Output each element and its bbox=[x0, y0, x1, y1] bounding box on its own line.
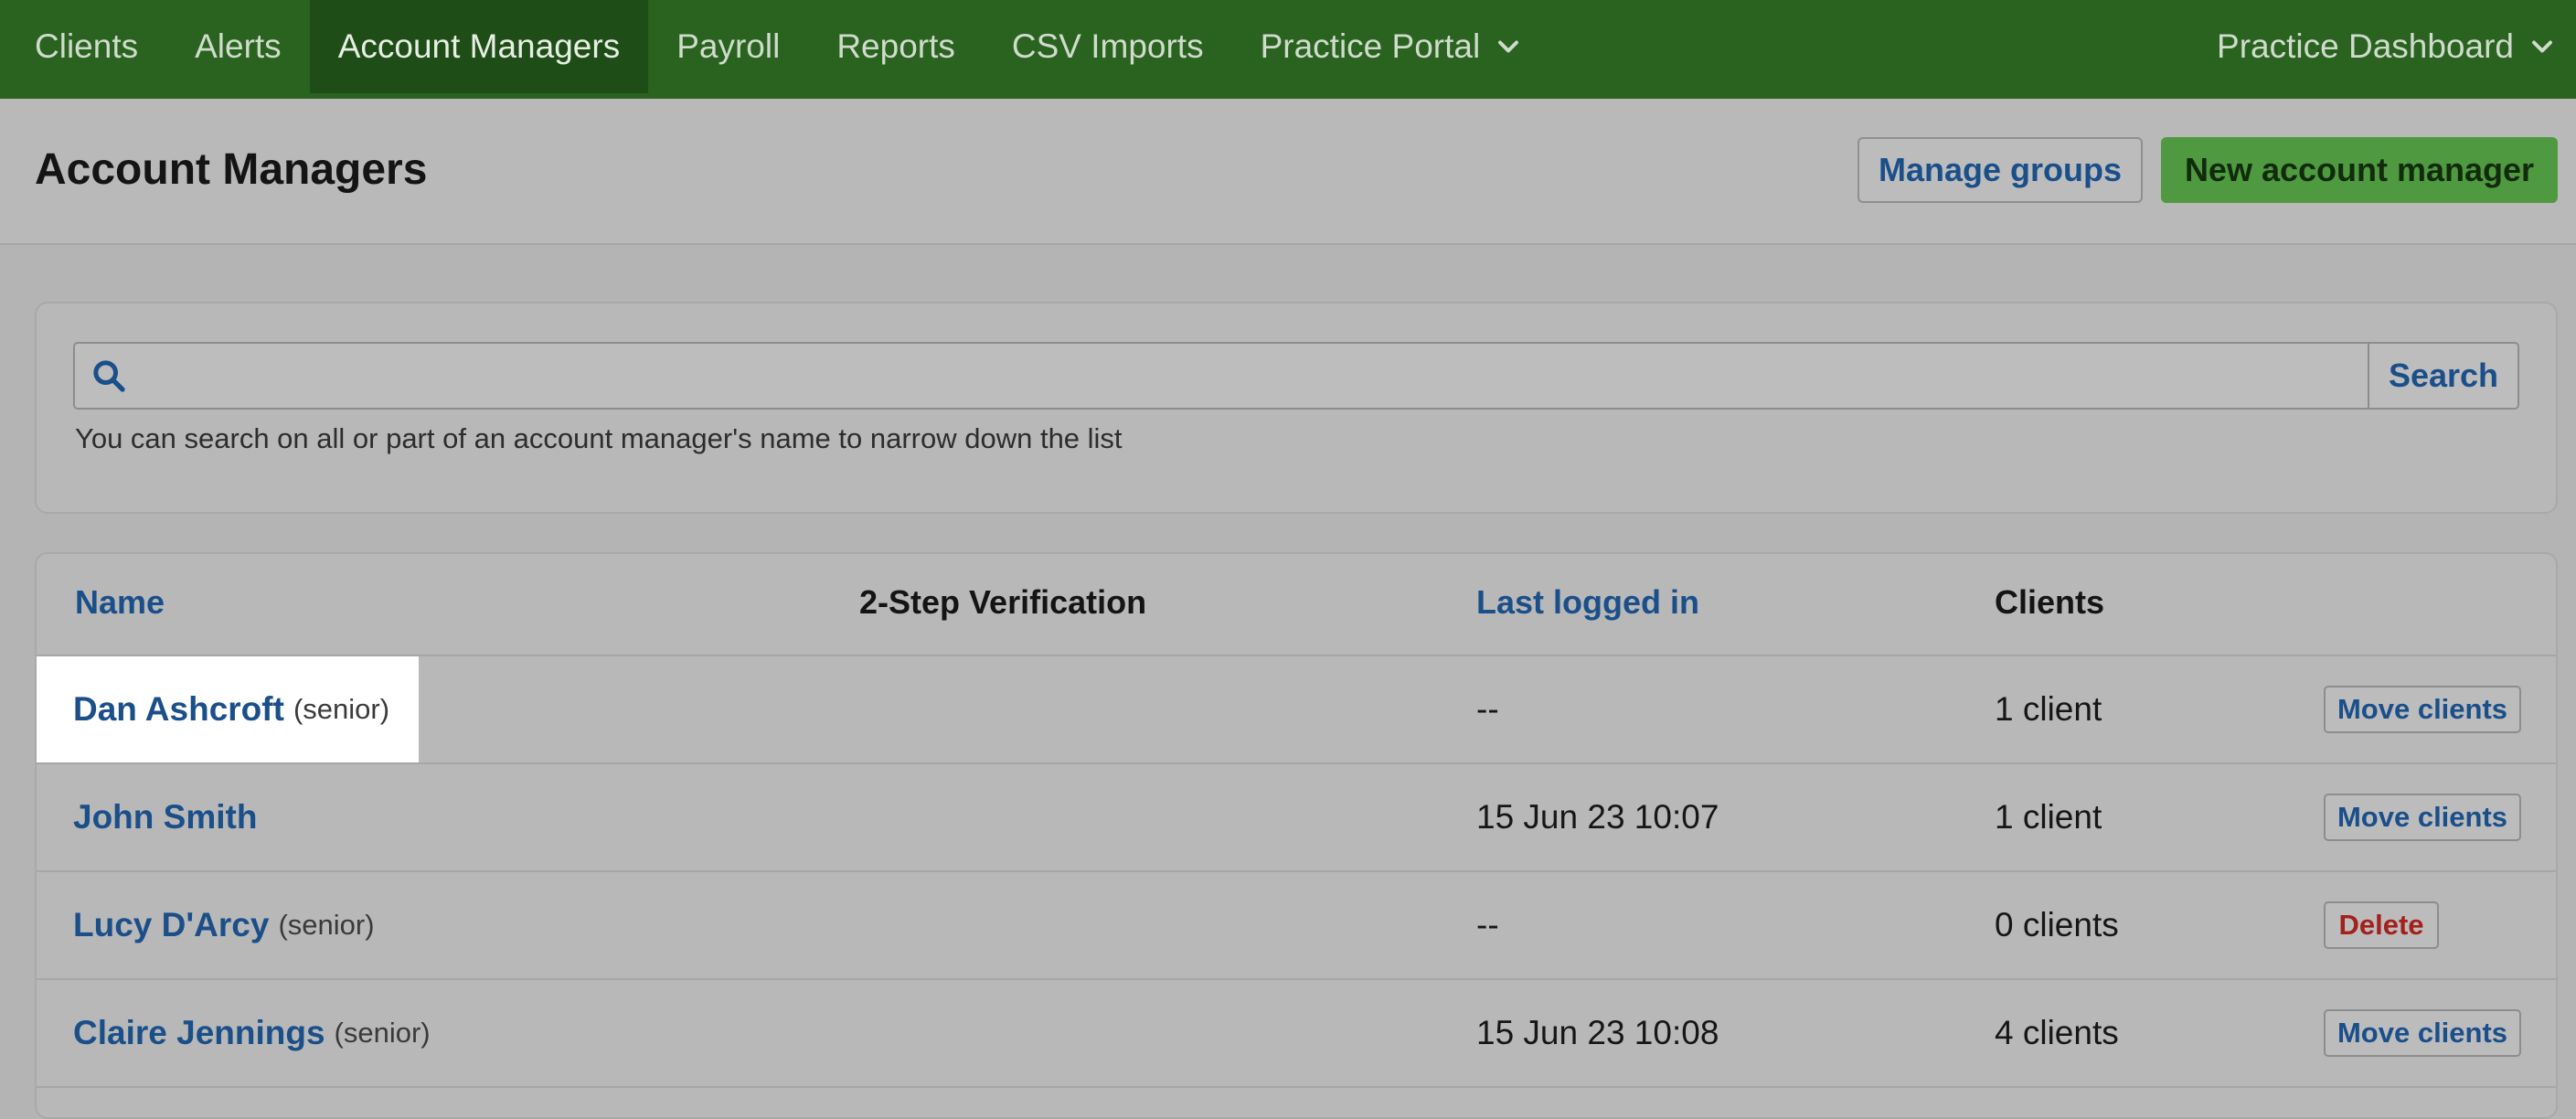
manager-role: (senior) bbox=[293, 693, 390, 725]
search-icon bbox=[93, 360, 125, 392]
manager-role: (senior) bbox=[334, 1017, 431, 1049]
move-clients-button[interactable]: Move clients bbox=[2324, 686, 2521, 733]
name-cell: Claire Jennings (senior) bbox=[37, 980, 460, 1086]
manager-name-link[interactable]: Lucy D'Arcy bbox=[73, 906, 269, 944]
table-row: Claire Jennings (senior) 15 Jun 23 10:08… bbox=[37, 980, 2556, 1088]
chevron-down-icon bbox=[2532, 40, 2552, 53]
clients-count-cell: 1 client bbox=[1995, 690, 2102, 728]
column-header-clients: Clients bbox=[1995, 583, 2105, 621]
column-header-last-logged-in[interactable]: Last logged in bbox=[1476, 583, 1699, 622]
clients-count-cell: 1 client bbox=[1995, 798, 2102, 836]
last-logged-in-cell: -- bbox=[1476, 906, 1499, 943]
delete-button[interactable]: Delete bbox=[2324, 901, 2439, 949]
manager-name-link[interactable]: Dan Ashcroft bbox=[73, 690, 284, 729]
nav-item-csv-imports[interactable]: CSV Imports bbox=[984, 0, 1232, 93]
nav-item-reports[interactable]: Reports bbox=[808, 0, 984, 93]
clients-count-cell: 4 clients bbox=[1995, 1014, 2119, 1051]
search-input[interactable] bbox=[143, 344, 2368, 408]
nav-item-practice-portal[interactable]: Practice Portal bbox=[1232, 0, 1551, 93]
nav-item-payroll[interactable]: Payroll bbox=[648, 0, 808, 93]
search-panel: Search You can search on all or part of … bbox=[35, 302, 2558, 514]
name-cell: John Smith bbox=[37, 764, 295, 870]
nav-item-alerts[interactable]: Alerts bbox=[166, 0, 310, 93]
column-header-name[interactable]: Name bbox=[75, 583, 165, 622]
move-clients-button[interactable]: Move clients bbox=[2324, 1009, 2521, 1057]
search-help-text: You can search on all or part of an acco… bbox=[75, 422, 1123, 454]
table-row: John Smith 15 Jun 23 10:07 1 client Move… bbox=[37, 764, 2556, 872]
last-logged-in-cell: 15 Jun 23 10:07 bbox=[1476, 798, 1719, 836]
move-clients-button[interactable]: Move clients bbox=[2324, 794, 2521, 841]
nav-item-account-managers[interactable]: Account Managers bbox=[309, 0, 649, 93]
search-icon-container bbox=[75, 344, 143, 408]
search-button[interactable]: Search bbox=[2368, 344, 2517, 408]
chevron-down-icon bbox=[1498, 40, 1519, 53]
last-logged-in-cell: -- bbox=[1476, 690, 1499, 728]
column-header-2-step-verification: 2-Step Verification bbox=[859, 583, 1147, 621]
nav-item-clients[interactable]: Clients bbox=[0, 0, 166, 93]
page-title: Account Managers bbox=[35, 145, 428, 194]
last-logged-in-cell: 15 Jun 23 10:08 bbox=[1476, 1014, 1719, 1051]
account-managers-table: Name 2-Step Verification Last logged in … bbox=[35, 552, 2558, 1119]
new-account-manager-button[interactable]: New account manager bbox=[2161, 137, 2558, 203]
nav-item-practice-portal-label: Practice Portal bbox=[1260, 27, 1481, 65]
manager-role: (senior) bbox=[278, 909, 375, 941]
table-row: Lucy D'Arcy (senior) -- 0 clients Delete bbox=[37, 872, 2556, 980]
manager-name-link[interactable]: Claire Jennings bbox=[73, 1014, 325, 1052]
search-bar: Search bbox=[73, 342, 2519, 410]
nav-item-practice-dashboard-label: Practice Dashboard bbox=[2217, 27, 2514, 65]
manage-groups-button[interactable]: Manage groups bbox=[1857, 137, 2143, 203]
table-row: Dan Ashcroft (senior) -- 1 client Move c… bbox=[37, 656, 2556, 764]
page-header: Account Managers Manage groups New accou… bbox=[0, 99, 2576, 245]
top-navbar: Clients Alerts Account Managers Payroll … bbox=[0, 0, 2576, 99]
clients-count-cell: 0 clients bbox=[1995, 906, 2119, 943]
manager-name-link[interactable]: John Smith bbox=[73, 798, 257, 837]
name-cell: Dan Ashcroft (senior) bbox=[37, 656, 420, 762]
nav-item-practice-dashboard[interactable]: Practice Dashboard bbox=[2188, 0, 2576, 93]
name-cell: Lucy D'Arcy (senior) bbox=[37, 872, 404, 978]
